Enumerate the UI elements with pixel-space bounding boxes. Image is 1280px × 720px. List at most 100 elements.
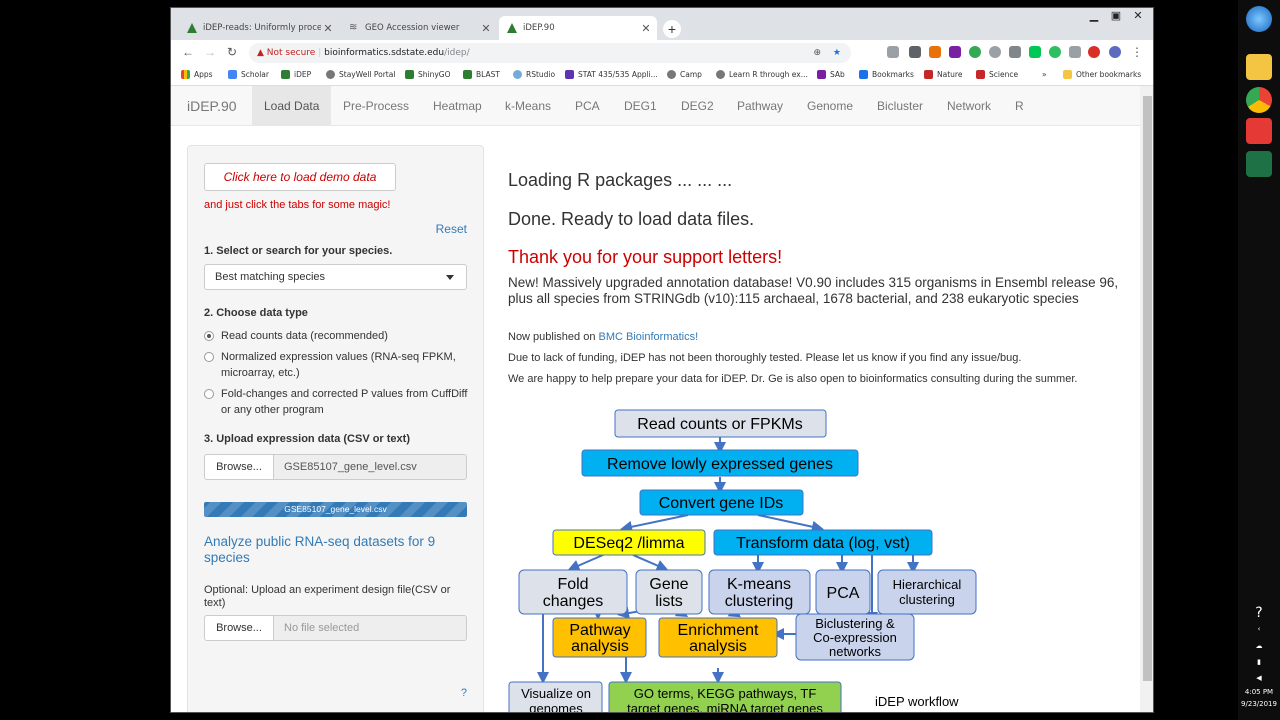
zoom-icon[interactable]: ⊕ — [813, 43, 821, 63]
more-bookmarks[interactable]: » — [1042, 70, 1047, 79]
tab-pca[interactable]: PCA — [563, 86, 612, 126]
other-bookmarks[interactable]: Other bookmarks — [1063, 70, 1141, 79]
scrollbar-thumb[interactable] — [1143, 96, 1152, 681]
adblock-icon[interactable] — [1088, 46, 1100, 58]
bookmark-stat[interactable]: STAT 435/535 Appli... — [565, 70, 658, 79]
camtasia-icon[interactable] — [1246, 118, 1272, 144]
bookmark-nature[interactable]: Nature — [924, 70, 962, 79]
volume-icon[interactable]: ◀ — [1240, 674, 1278, 682]
tab-pathway[interactable]: Pathway — [725, 86, 795, 126]
radio-selected-icon[interactable] — [204, 331, 214, 341]
extension-icon[interactable] — [929, 46, 941, 58]
tab-pre-process[interactable]: Pre-Process — [331, 86, 421, 126]
bookmark-science[interactable]: Science — [976, 70, 1018, 79]
bookmark-staywell[interactable]: StayWell Portal — [326, 70, 395, 79]
apps-icon — [181, 70, 190, 79]
extension-icon[interactable] — [909, 46, 921, 58]
bookmark-blast[interactable]: BLAST — [463, 70, 500, 79]
radio-read-counts[interactable]: Read counts data (recommended) — [204, 328, 472, 344]
reload-icon[interactable]: ↻ — [223, 45, 241, 59]
browse-button[interactable]: Browse... — [204, 454, 274, 480]
tab-k-means[interactable]: k-Means — [493, 86, 563, 126]
bookmark-label: STAT 435/535 Appli... — [578, 70, 658, 79]
onedrive-icon[interactable]: ☁ — [1240, 642, 1278, 650]
radio-normalized[interactable]: Normalized expression values (RNA-seq FP… — [204, 349, 472, 381]
star-icon[interactable]: ★ — [833, 43, 841, 63]
clock-time[interactable]: 4:05 PM — [1240, 688, 1278, 696]
tab-bicluster[interactable]: Bicluster — [865, 86, 935, 126]
camp-icon — [667, 70, 676, 79]
tab-idep-reads[interactable]: iDEP-reads: Uniformly processed ✕ — [179, 16, 339, 40]
browse-button[interactable]: Browse... — [204, 615, 274, 641]
close-icon[interactable]: ✕ — [479, 22, 493, 35]
new-tab-button[interactable]: + — [663, 20, 681, 38]
tab-idep90[interactable]: iDEP.90 ✕ — [499, 16, 657, 40]
extension-icon[interactable] — [989, 46, 1001, 58]
bookmark-rstudio[interactable]: RStudio — [513, 70, 555, 79]
excel-icon[interactable] — [1246, 151, 1272, 177]
tab-heatmap[interactable]: Heatmap — [421, 86, 494, 126]
extension-icon[interactable] — [1069, 46, 1081, 58]
page: iDEP.90 Load Data Pre-Process Heatmap k-… — [171, 86, 1140, 713]
design-file-label: Optional: Upload an experiment design fi… — [204, 584, 451, 609]
hierarchical-text: Hierarchical — [893, 577, 962, 592]
profile-avatar[interactable] — [1109, 46, 1121, 58]
minimize-icon[interactable]: ▁ — [1083, 9, 1105, 22]
grammarly-icon[interactable] — [969, 46, 981, 58]
bookmark-bookmarks[interactable]: Bookmarks — [859, 70, 914, 79]
radio-icon[interactable] — [204, 352, 214, 362]
start-icon[interactable] — [1246, 6, 1272, 32]
bookmark-learnr[interactable]: Learn R through ex... — [716, 70, 808, 79]
bookmark-shinygo[interactable]: ShinyGO — [405, 70, 451, 79]
network-icon[interactable]: ▮ — [1240, 658, 1278, 666]
bmc-link[interactable]: BMC Bioinformatics! — [599, 331, 699, 343]
extension-icon[interactable] — [1009, 46, 1021, 58]
help-link[interactable]: ? — [461, 687, 467, 699]
bookmark-apps[interactable]: Apps — [181, 70, 213, 79]
evernote-icon[interactable] — [1049, 46, 1061, 58]
design-file-input[interactable]: Browse... No file selected — [204, 615, 467, 641]
clustering-text: clustering — [725, 593, 793, 610]
gene-text: Gene — [649, 576, 688, 593]
camera-icon[interactable] — [887, 46, 899, 58]
close-window-icon[interactable]: ✕ — [1127, 9, 1149, 22]
file-explorer-icon[interactable] — [1246, 54, 1272, 80]
back-icon[interactable]: ← — [179, 45, 197, 59]
menu-icon[interactable]: ⋮ — [1131, 45, 1143, 59]
public-datasets-link[interactable]: Analyze public RNA-seq datasets for 9 sp… — [204, 534, 469, 566]
expression-file-input[interactable]: Browse... GSE85107_gene_level.csv — [204, 454, 467, 480]
forward-icon[interactable]: → — [201, 45, 219, 59]
clock-date[interactable]: 9/23/2019 — [1240, 700, 1278, 708]
tab-network[interactable]: Network — [935, 86, 1003, 126]
close-icon[interactable]: ✕ — [321, 22, 335, 35]
tab-deg1[interactable]: DEG1 — [612, 86, 669, 126]
bookmark-camp[interactable]: Camp — [667, 70, 702, 79]
radio-fold-changes[interactable]: Fold-changes and corrected P values from… — [204, 386, 472, 418]
close-icon[interactable]: ✕ — [639, 22, 653, 35]
reset-link[interactable]: Reset — [436, 222, 467, 236]
bookmark-scholar[interactable]: Scholar — [228, 70, 269, 79]
page-scrollbar[interactable] — [1140, 86, 1153, 712]
onenote-icon[interactable] — [949, 46, 961, 58]
tab-deg2[interactable]: DEG2 — [669, 86, 726, 126]
genomes-text: genomes — [529, 701, 583, 713]
extension-icon[interactable] — [1029, 46, 1041, 58]
help-tray-icon[interactable]: ? — [1240, 605, 1278, 621]
tab-r[interactable]: R — [1003, 86, 1036, 126]
bookmark-label: Camp — [680, 70, 702, 79]
ready-message: Done. Ready to load data files. — [508, 209, 755, 229]
tab-genome[interactable]: Genome — [795, 86, 865, 126]
bookmark-idep[interactable]: iDEP — [281, 70, 311, 79]
species-select[interactable]: Best matching species — [204, 264, 467, 290]
radio-icon[interactable] — [204, 389, 214, 399]
tab-load-data[interactable]: Load Data — [252, 86, 332, 126]
maximize-icon[interactable]: ▣ — [1105, 9, 1127, 22]
chevron-up-icon[interactable]: ‹ — [1240, 625, 1278, 633]
load-demo-button[interactable]: Click here to load demo data — [204, 163, 396, 191]
chrome-icon[interactable] — [1246, 87, 1272, 113]
address-bar[interactable]: ▲ Not secure | bioinformatics.sdstate.ed… — [249, 43, 851, 63]
tab-geo-accession[interactable]: ≋ GEO Accession viewer ✕ — [341, 16, 497, 40]
bookmark-sab[interactable]: SAb — [817, 70, 845, 79]
brand-title[interactable]: iDEP.90 — [187, 98, 237, 114]
pca-text: PCA — [827, 585, 860, 602]
